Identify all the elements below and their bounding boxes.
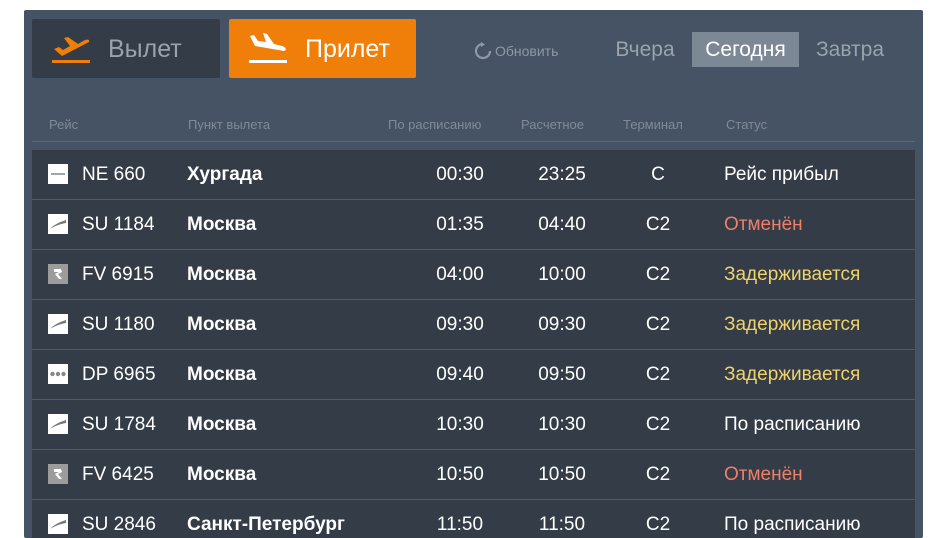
scheduled-time: 04:00 bbox=[436, 264, 484, 285]
table-row[interactable]: DP 6965 Москва 09:40 09:50 C2 Задерживае… bbox=[32, 350, 915, 400]
table-row[interactable]: FV 6425 Москва 10:50 10:50 C2 Отменён bbox=[32, 450, 915, 500]
refresh-label: Обновить bbox=[495, 43, 559, 59]
estimated-time: 23:25 bbox=[538, 164, 586, 185]
terminal: C2 bbox=[645, 314, 671, 335]
column-header-status: Статус bbox=[726, 117, 768, 132]
plane-takeoff-icon bbox=[52, 37, 90, 63]
scheduled-time: 11:50 bbox=[436, 514, 484, 535]
origin-city: Москва bbox=[187, 414, 257, 435]
header-divider bbox=[32, 141, 915, 142]
egyptair-logo-icon bbox=[48, 164, 68, 184]
plane-landing-icon bbox=[249, 33, 287, 63]
flight-number: DP 6965 bbox=[82, 364, 156, 385]
flight-status: По расписанию bbox=[724, 414, 861, 435]
refresh-icon bbox=[474, 42, 492, 60]
column-header-origin: Пункт вылета bbox=[188, 117, 271, 132]
scheduled-time: 01:35 bbox=[436, 214, 484, 235]
flight-number: NE 660 bbox=[82, 164, 146, 185]
terminal: C2 bbox=[645, 514, 671, 535]
flight-status: По расписанию bbox=[724, 514, 861, 535]
table-row[interactable]: SU 2846 Санкт-Петербург 11:50 11:50 C2 П… bbox=[32, 500, 915, 538]
estimated-time: 10:00 bbox=[538, 264, 586, 285]
flight-number: FV 6425 bbox=[82, 464, 154, 485]
origin-city: Москва bbox=[187, 264, 257, 285]
flight-status: Отменён bbox=[724, 464, 803, 485]
flight-status: Задерживается bbox=[724, 364, 861, 385]
terminal: C2 bbox=[645, 364, 671, 385]
rossiya-logo-icon bbox=[48, 264, 68, 284]
origin-city: Москва bbox=[187, 214, 257, 235]
flight-status: Отменён bbox=[724, 214, 803, 235]
aeroflot-logo-icon bbox=[48, 414, 68, 434]
origin-city: Санкт-Петербург bbox=[187, 514, 345, 535]
day-tomorrow[interactable]: Завтра bbox=[811, 32, 889, 67]
table-row[interactable]: SU 1784 Москва 10:30 10:30 C2 По расписа… bbox=[32, 400, 915, 450]
estimated-time: 10:30 bbox=[538, 414, 586, 435]
column-header-terminal: Терминал bbox=[623, 117, 683, 132]
scheduled-time: 09:40 bbox=[436, 364, 484, 385]
scheduled-time: 00:30 bbox=[436, 164, 484, 185]
aeroflot-logo-icon bbox=[48, 214, 68, 234]
tab-arrival[interactable]: Прилет bbox=[229, 19, 416, 78]
column-header-scheduled: По расписанию bbox=[388, 117, 482, 132]
column-header-flight: Рейс bbox=[49, 117, 79, 132]
table-row[interactable]: FV 6915 Москва 04:00 10:00 C2 Задерживае… bbox=[32, 250, 915, 300]
flight-number: SU 1180 bbox=[82, 314, 155, 335]
table-row[interactable]: SU 1184 Москва 01:35 04:40 C2 Отменён bbox=[32, 200, 915, 250]
aeroflot-logo-icon bbox=[48, 514, 68, 534]
day-yesterday[interactable]: Вчера bbox=[610, 32, 680, 67]
table-row[interactable]: NE 660 Хургада 00:30 23:25 C Рейс прибыл bbox=[32, 150, 915, 200]
column-header-estimated: Расчетное bbox=[521, 117, 584, 132]
flight-number: SU 2846 bbox=[82, 514, 156, 535]
tab-arrival-label: Прилет bbox=[305, 35, 390, 63]
scheduled-time: 10:30 bbox=[436, 414, 484, 435]
flight-status: Задерживается bbox=[724, 264, 861, 285]
refresh-button[interactable]: Обновить bbox=[474, 40, 558, 62]
day-today[interactable]: Сегодня bbox=[692, 32, 799, 67]
scheduled-time: 10:50 bbox=[436, 464, 484, 485]
terminal: C bbox=[651, 164, 665, 185]
tab-departure-label: Вылет bbox=[108, 35, 182, 63]
tab-departure[interactable]: Вылет bbox=[32, 19, 220, 78]
origin-city: Хургада bbox=[187, 164, 263, 185]
flight-status: Задерживается bbox=[724, 314, 861, 335]
flight-board: Вылет Прилет Обновить Вчера Сегодня Завт… bbox=[24, 10, 923, 538]
estimated-time: 04:40 bbox=[538, 214, 586, 235]
estimated-time: 09:50 bbox=[538, 364, 586, 385]
terminal: C2 bbox=[645, 214, 671, 235]
aeroflot-logo-icon bbox=[48, 314, 68, 334]
flights-table: NE 660 Хургада 00:30 23:25 C Рейс прибыл… bbox=[32, 150, 915, 538]
pobeda-logo-icon bbox=[48, 364, 68, 384]
origin-city: Москва bbox=[187, 314, 257, 335]
flight-status: Рейс прибыл bbox=[724, 164, 839, 185]
scheduled-time: 09:30 bbox=[436, 314, 484, 335]
estimated-time: 10:50 bbox=[538, 464, 586, 485]
flight-number: SU 1784 bbox=[82, 414, 156, 435]
origin-city: Москва bbox=[187, 464, 257, 485]
terminal: C2 bbox=[645, 464, 671, 485]
rossiya-logo-icon bbox=[48, 464, 68, 484]
flight-number: SU 1184 bbox=[82, 214, 155, 235]
estimated-time: 09:30 bbox=[538, 314, 586, 335]
flight-number: FV 6915 bbox=[82, 264, 154, 285]
terminal: C2 bbox=[645, 264, 671, 285]
terminal: C2 bbox=[645, 414, 671, 435]
estimated-time: 11:50 bbox=[538, 514, 586, 535]
origin-city: Москва bbox=[187, 364, 257, 385]
table-row[interactable]: SU 1180 Москва 09:30 09:30 C2 Задерживае… bbox=[32, 300, 915, 350]
